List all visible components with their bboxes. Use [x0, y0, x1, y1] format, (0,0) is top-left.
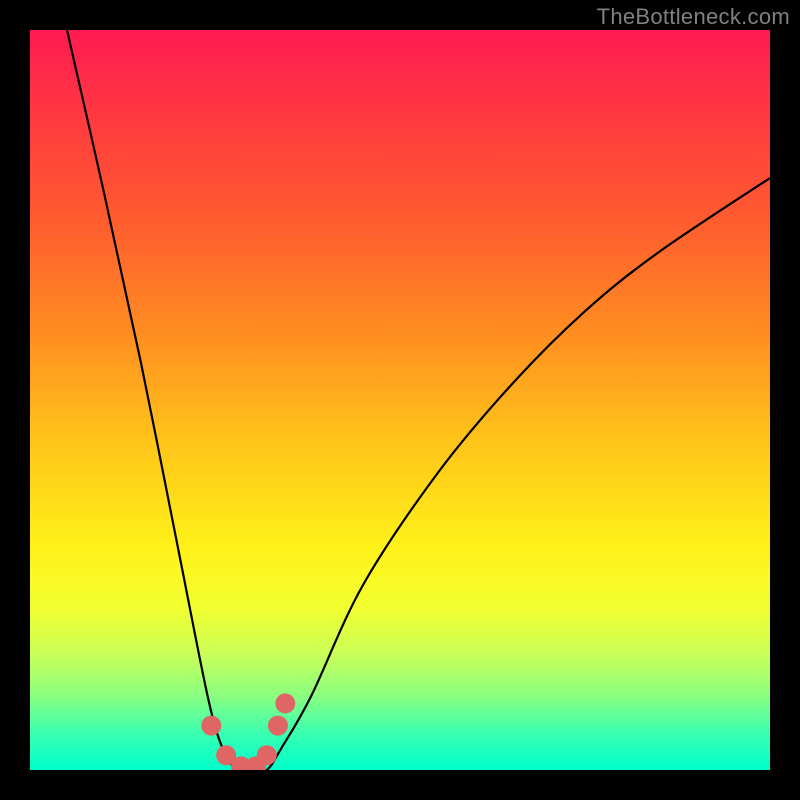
marker-group — [201, 693, 295, 770]
watermark-text: TheBottleneck.com — [597, 4, 790, 30]
plot-area — [30, 30, 770, 770]
marker-point — [268, 716, 288, 736]
chart-frame: TheBottleneck.com — [0, 0, 800, 800]
bottleneck-curve-path — [67, 30, 770, 770]
marker-point — [201, 716, 221, 736]
bottleneck-curve-svg — [30, 30, 770, 770]
marker-point — [257, 745, 277, 765]
marker-point — [275, 693, 295, 713]
